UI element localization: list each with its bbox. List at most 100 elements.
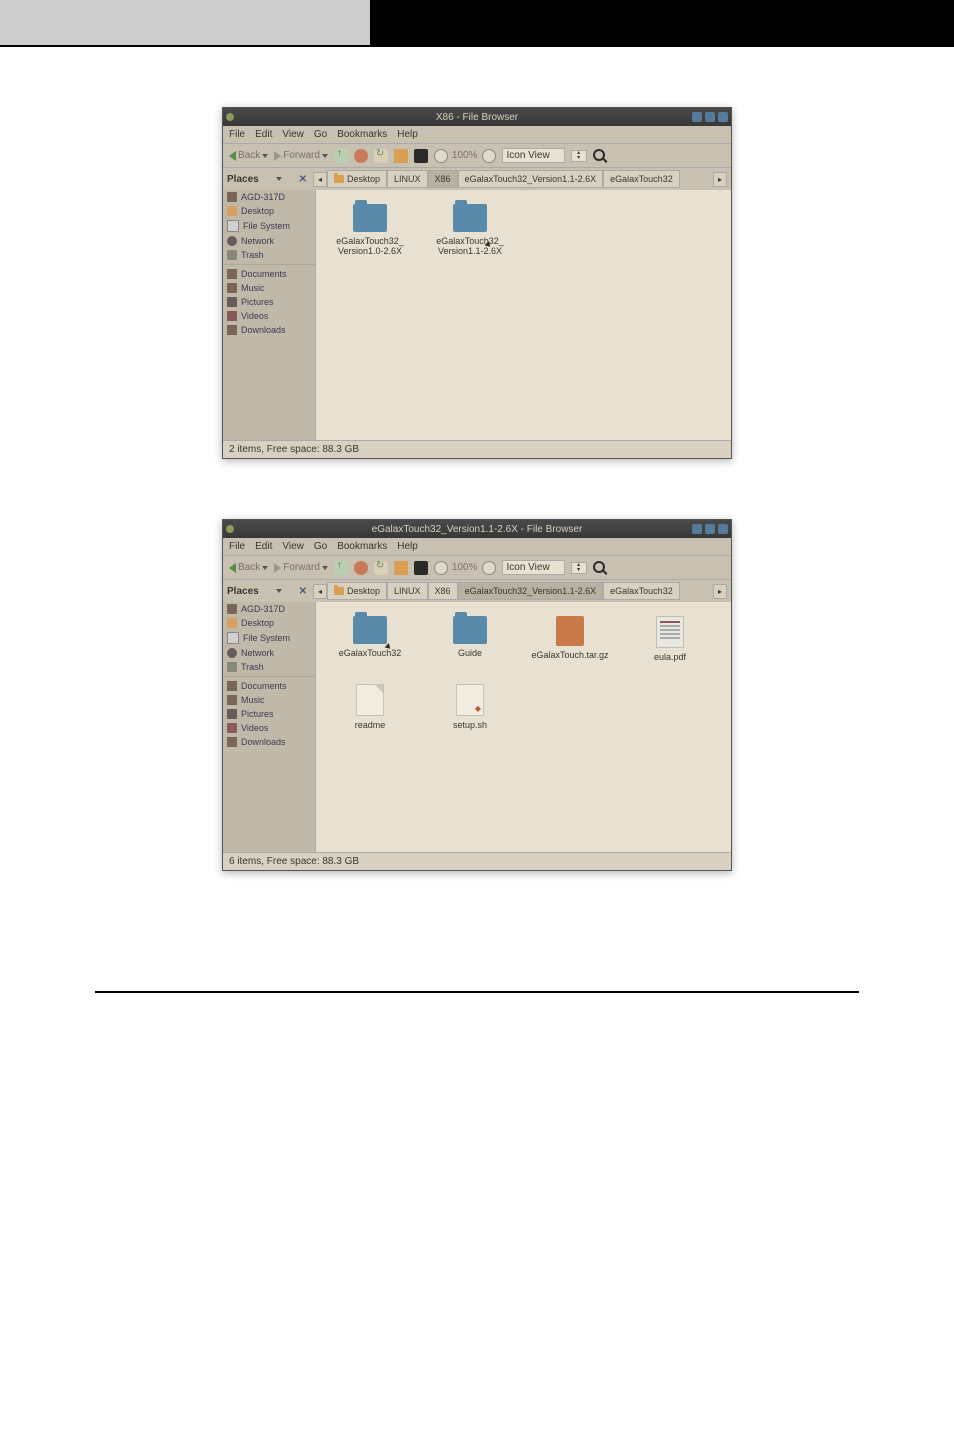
minimize-button[interactable] xyxy=(692,112,702,122)
sidebar-item[interactable]: Desktop xyxy=(223,616,315,630)
zoom-out-icon[interactable] xyxy=(434,561,448,575)
stop-button[interactable] xyxy=(354,561,368,575)
menu-go[interactable]: Go xyxy=(314,129,327,140)
sidebar-item[interactable]: File System xyxy=(223,218,315,234)
breadcrumb-item[interactable]: X86 xyxy=(428,582,458,600)
back-button[interactable]: Back xyxy=(229,562,268,573)
file-item[interactable]: readme xyxy=(330,684,410,730)
file-item[interactable]: eGalaxTouch32_Version1.0-2.6X xyxy=(330,204,410,262)
archive-icon xyxy=(556,616,584,646)
sidebar-item[interactable]: Trash xyxy=(223,660,315,674)
menu-bookmarks[interactable]: Bookmarks xyxy=(337,129,387,140)
menu-edit[interactable]: Edit xyxy=(255,541,272,552)
view-mode-select[interactable]: Icon View xyxy=(502,148,565,163)
sidebar-item[interactable]: Downloads xyxy=(223,323,315,337)
file-item[interactable]: eGalaxTouch32 xyxy=(330,616,410,664)
breadcrumb-item[interactable]: LINUX xyxy=(387,170,428,188)
forward-arrow-icon xyxy=(274,151,281,161)
sidebar-item-icon xyxy=(227,311,237,321)
menu-bookmarks[interactable]: Bookmarks xyxy=(337,541,387,552)
sidebar-item-label: Music xyxy=(241,695,265,705)
maximize-button[interactable] xyxy=(705,524,715,534)
sidebar-item[interactable]: Videos xyxy=(223,309,315,323)
places-header[interactable]: Places ✕ xyxy=(227,586,313,597)
sidebar-item[interactable]: Music xyxy=(223,281,315,295)
breadcrumb-item[interactable]: LINUX xyxy=(387,582,428,600)
home-button[interactable] xyxy=(394,149,408,163)
window-menu-icon[interactable] xyxy=(226,113,234,121)
places-header[interactable]: Places ✕ xyxy=(227,174,313,185)
sidebar-item[interactable]: AGD-317D xyxy=(223,190,315,204)
titlebar[interactable]: X86 - File Browser xyxy=(223,108,731,126)
sidebar-item[interactable]: File System xyxy=(223,630,315,646)
forward-button[interactable]: Forward xyxy=(274,150,328,161)
home-button[interactable] xyxy=(394,561,408,575)
minimize-button[interactable] xyxy=(692,524,702,534)
titlebar[interactable]: eGalaxTouch32_Version1.1-2.6X - File Bro… xyxy=(223,520,731,538)
window-menu-icon[interactable] xyxy=(226,525,234,533)
zoom-in-icon[interactable] xyxy=(482,149,496,163)
menu-file[interactable]: File xyxy=(229,541,245,552)
file-item[interactable]: Guide xyxy=(430,616,510,664)
computer-button[interactable] xyxy=(414,149,428,163)
sidebar-close-icon[interactable]: ✕ xyxy=(299,586,307,597)
menu-help[interactable]: Help xyxy=(397,541,418,552)
path-row: Places ✕ ◂ DesktopLINUXX86eGalaxTouch32_… xyxy=(223,167,731,190)
forward-button[interactable]: Forward xyxy=(274,562,328,573)
main-pane[interactable]: eGalaxTouch32 Guide eGalaxTouch.tar.gz eula… xyxy=(316,602,731,852)
maximize-button[interactable] xyxy=(705,112,715,122)
breadcrumb-item[interactable]: Desktop xyxy=(327,170,387,188)
up-button[interactable] xyxy=(334,149,348,163)
menu-go[interactable]: Go xyxy=(314,541,327,552)
file-item[interactable]: setup.sh xyxy=(430,684,510,730)
file-label: eula.pdf xyxy=(654,652,686,662)
zoom-out-icon[interactable] xyxy=(434,149,448,163)
sidebar-item[interactable]: Videos xyxy=(223,721,315,735)
view-spinner[interactable]: ▴▾ xyxy=(571,150,587,162)
stop-button[interactable] xyxy=(354,149,368,163)
sidebar-item[interactable]: Music xyxy=(223,693,315,707)
search-icon[interactable] xyxy=(593,561,607,575)
breadcrumb-item[interactable]: eGalaxTouch32_Version1.1-2.6X xyxy=(458,582,604,600)
path-scroll-left[interactable]: ◂ xyxy=(313,584,327,599)
sidebar-item[interactable]: Documents xyxy=(223,267,315,281)
view-spinner[interactable]: ▴▾ xyxy=(571,562,587,574)
sidebar-close-icon[interactable]: ✕ xyxy=(299,174,307,185)
menu-view[interactable]: View xyxy=(282,129,304,140)
file-item[interactable]: eGalaxTouch.tar.gz xyxy=(530,616,610,664)
reload-button[interactable] xyxy=(374,149,388,163)
sidebar-item[interactable]: Downloads xyxy=(223,735,315,749)
sidebar-item[interactable]: Documents xyxy=(223,679,315,693)
search-icon[interactable] xyxy=(593,149,607,163)
breadcrumb-item[interactable]: eGalaxTouch32 xyxy=(603,582,680,600)
sidebar-item[interactable]: Desktop xyxy=(223,204,315,218)
reload-button[interactable] xyxy=(374,561,388,575)
back-button[interactable]: Back xyxy=(229,150,268,161)
menu-view[interactable]: View xyxy=(282,541,304,552)
breadcrumb-item[interactable]: Desktop xyxy=(327,582,387,600)
breadcrumb-item[interactable]: eGalaxTouch32_Version1.1-2.6X xyxy=(458,170,604,188)
up-button[interactable] xyxy=(334,561,348,575)
main-pane[interactable]: eGalaxTouch32_Version1.0-2.6X eGalaxTouch… xyxy=(316,190,731,440)
sidebar-item[interactable]: Pictures xyxy=(223,707,315,721)
sidebar-item[interactable]: Network xyxy=(223,234,315,248)
view-mode-select[interactable]: Icon View xyxy=(502,560,565,575)
path-scroll-right[interactable]: ▸ xyxy=(713,584,727,599)
menu-edit[interactable]: Edit xyxy=(255,129,272,140)
menu-help[interactable]: Help xyxy=(397,129,418,140)
sidebar-item[interactable]: Network xyxy=(223,646,315,660)
sidebar-item[interactable]: Pictures xyxy=(223,295,315,309)
close-button[interactable] xyxy=(718,112,728,122)
close-button[interactable] xyxy=(718,524,728,534)
path-scroll-left[interactable]: ◂ xyxy=(313,172,327,187)
menu-file[interactable]: File xyxy=(229,129,245,140)
computer-button[interactable] xyxy=(414,561,428,575)
zoom-in-icon[interactable] xyxy=(482,561,496,575)
sidebar-item[interactable]: Trash xyxy=(223,248,315,262)
breadcrumb-item[interactable]: eGalaxTouch32 xyxy=(603,170,680,188)
file-item[interactable]: eula.pdf xyxy=(630,616,710,664)
breadcrumb-item[interactable]: X86 xyxy=(428,170,458,188)
file-item[interactable]: eGalaxTouch32_Version1.1-2.6X xyxy=(430,204,510,262)
path-scroll-right[interactable]: ▸ xyxy=(713,172,727,187)
sidebar-item[interactable]: AGD-317D xyxy=(223,602,315,616)
